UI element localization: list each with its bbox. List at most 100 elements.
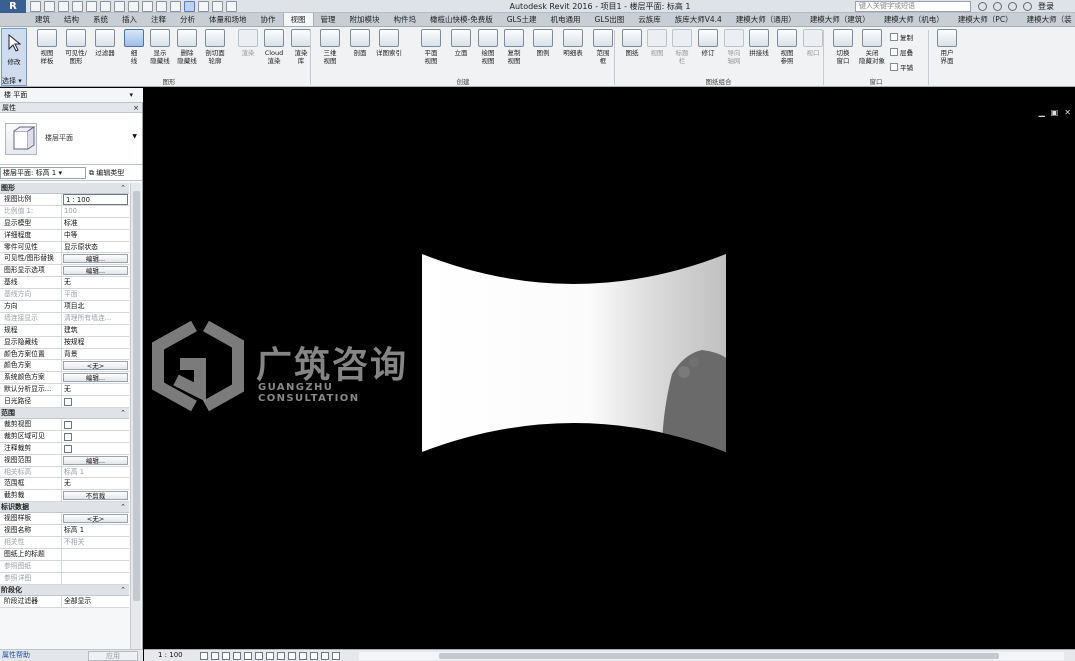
tab-1[interactable]: 结构 bbox=[57, 13, 86, 26]
property-edit-button[interactable]: <无> bbox=[63, 361, 128, 370]
property-value[interactable]: 背景 bbox=[62, 349, 129, 360]
ribbon-button-0[interactable]: 视图 样板 bbox=[33, 29, 61, 75]
property-input[interactable]: 1 : 100 bbox=[63, 194, 128, 205]
ribbon-button-23[interactable]: 修订 bbox=[694, 29, 722, 75]
horizontal-scrollbar[interactable] bbox=[359, 652, 1064, 660]
ribbon-button-4[interactable]: 显示 隐藏线 bbox=[146, 29, 174, 75]
ribbon-button-3[interactable]: 细 线 bbox=[120, 29, 148, 75]
property-value[interactable]: 标准 bbox=[62, 218, 129, 229]
sun-path-icon[interactable] bbox=[222, 652, 230, 660]
close-icon[interactable]: × bbox=[133, 103, 139, 113]
properties-scrollbar[interactable] bbox=[130, 183, 141, 653]
switch-windows-icon[interactable] bbox=[212, 1, 223, 12]
ribbon-button-16[interactable]: 复制 视图 bbox=[500, 29, 528, 75]
shadows-icon[interactable] bbox=[233, 652, 241, 660]
tab-6[interactable]: 体量和场地 bbox=[202, 13, 254, 26]
chevron-down-icon[interactable]: ▾ bbox=[129, 88, 133, 103]
tab-17[interactable]: 族库大师V4.4 bbox=[668, 13, 729, 26]
tab-0[interactable]: 建筑 bbox=[28, 13, 57, 26]
tab-9[interactable]: 管理 bbox=[314, 13, 343, 26]
ribbon-button-15[interactable]: 绘图 视图 bbox=[474, 29, 502, 75]
collapse-icon[interactable]: ⌃ bbox=[120, 183, 126, 194]
property-section-header[interactable]: 阶段化 ⌃ bbox=[0, 584, 129, 596]
open-icon[interactable] bbox=[30, 1, 41, 12]
undo-icon[interactable] bbox=[72, 1, 83, 12]
property-value[interactable]: 1 : 100 bbox=[62, 194, 129, 205]
property-value[interactable]: 无 bbox=[62, 277, 129, 288]
tab-2[interactable]: 系统 bbox=[86, 13, 115, 26]
ribbon-button-18[interactable]: 明细表 bbox=[559, 29, 587, 75]
type-selector[interactable]: 楼层平面 ▼ bbox=[0, 113, 142, 165]
select-dropdown[interactable]: 选择 ▾ bbox=[0, 75, 142, 87]
sync-icon[interactable] bbox=[58, 1, 69, 12]
property-edit-button[interactable]: 编辑... bbox=[63, 266, 128, 275]
user-icon[interactable] bbox=[1023, 2, 1032, 11]
property-value[interactable] bbox=[62, 443, 129, 454]
collapse-icon[interactable]: ⌃ bbox=[120, 502, 126, 513]
analysis-icon[interactable] bbox=[310, 652, 318, 660]
show-crop-icon[interactable] bbox=[255, 652, 263, 660]
property-value[interactable]: 编辑... bbox=[62, 253, 129, 264]
ribbon-button-6[interactable]: 剖切面 轮廓 bbox=[201, 29, 229, 75]
ribbon-button-21[interactable]: 视图 bbox=[643, 29, 671, 75]
collapse-icon[interactable]: ⌃ bbox=[120, 408, 126, 419]
measure-icon[interactable] bbox=[114, 1, 125, 12]
tab-11[interactable]: 构件坞 bbox=[387, 13, 424, 26]
ribbon-button-8[interactable]: Cloud 渲染 bbox=[260, 29, 288, 75]
constraints-icon[interactable] bbox=[321, 652, 329, 660]
property-value[interactable]: 编辑... bbox=[62, 265, 129, 276]
property-checkbox[interactable] bbox=[64, 432, 72, 441]
edit-type-button[interactable]: ⧉ 编辑类型 bbox=[89, 167, 124, 179]
tab-5[interactable]: 分析 bbox=[173, 13, 202, 26]
chevron-down-icon[interactable]: ▼ bbox=[132, 133, 137, 140]
ribbon-button-7[interactable]: 渲染 bbox=[234, 29, 262, 75]
property-value[interactable]: 标高 1 bbox=[62, 525, 129, 536]
ribbon-button-30[interactable]: 用户 界面 bbox=[933, 29, 961, 75]
property-value[interactable]: 无 bbox=[62, 478, 129, 489]
cascade-copy-button[interactable]: 复制 bbox=[890, 32, 913, 42]
ribbon-button-29[interactable]: 关闭 隐藏对象 bbox=[858, 29, 886, 75]
lock-3d-icon[interactable] bbox=[299, 652, 307, 660]
tab-22[interactable]: 建模大师（装 bbox=[1020, 13, 1075, 26]
print-icon[interactable] bbox=[100, 1, 111, 12]
tab-10[interactable]: 附加模块 bbox=[343, 13, 387, 26]
minimize-icon[interactable]: ▁ bbox=[1039, 108, 1045, 117]
dimension-icon[interactable] bbox=[128, 1, 139, 12]
scrollbar-thumb[interactable] bbox=[439, 653, 999, 659]
apply-button[interactable]: 应用 bbox=[88, 651, 138, 661]
ribbon-button-26[interactable]: 视图 参照 bbox=[773, 29, 801, 75]
property-value[interactable] bbox=[62, 419, 129, 430]
properties-help-link[interactable]: 属性帮助 bbox=[2, 650, 30, 661]
tab-20[interactable]: 建模大师（机电） bbox=[877, 13, 951, 26]
thin-lines-icon[interactable] bbox=[184, 1, 195, 12]
property-value[interactable]: 编辑... bbox=[62, 455, 129, 466]
tab-18[interactable]: 建模大师（通用） bbox=[729, 13, 803, 26]
ribbon-button-24[interactable]: 导向 轴网 bbox=[720, 29, 748, 75]
tab-7[interactable]: 协作 bbox=[254, 13, 283, 26]
save-icon[interactable] bbox=[44, 1, 55, 12]
property-value[interactable]: 不剪裁 bbox=[62, 490, 129, 501]
revit-logo-icon[interactable]: R bbox=[0, 0, 26, 13]
visual-style-icon[interactable] bbox=[211, 652, 219, 660]
temp-hide-icon[interactable] bbox=[266, 652, 274, 660]
tab-12[interactable]: 橄榄山快模-免费版 bbox=[423, 13, 500, 26]
property-checkbox[interactable] bbox=[64, 421, 72, 430]
tab-3[interactable]: 插入 bbox=[115, 13, 144, 26]
tab-14[interactable]: 机电通用 bbox=[543, 13, 587, 26]
ribbon-button-14[interactable]: 立面 bbox=[447, 29, 475, 75]
redo-icon[interactable] bbox=[86, 1, 97, 12]
property-edit-button[interactable]: 编辑... bbox=[63, 254, 128, 263]
property-value[interactable] bbox=[62, 549, 129, 560]
property-edit-button[interactable]: 编辑... bbox=[63, 455, 128, 465]
ribbon-button-25[interactable]: 拼接线 bbox=[745, 29, 773, 75]
tab-15[interactable]: GLS出图 bbox=[587, 13, 631, 26]
text-icon[interactable] bbox=[142, 1, 153, 12]
collapse-icon[interactable]: ⌃ bbox=[120, 585, 126, 596]
favorites-star-icon[interactable] bbox=[1008, 2, 1017, 11]
property-value[interactable]: 按规程 bbox=[62, 337, 129, 348]
ribbon-button-20[interactable]: 图纸 bbox=[618, 29, 646, 75]
property-value[interactable] bbox=[62, 396, 129, 407]
tile-button[interactable]: 平铺 bbox=[890, 62, 913, 72]
tab-16[interactable]: 云族库 bbox=[631, 13, 668, 26]
ribbon-button-5[interactable]: 删除 隐藏线 bbox=[173, 29, 201, 75]
